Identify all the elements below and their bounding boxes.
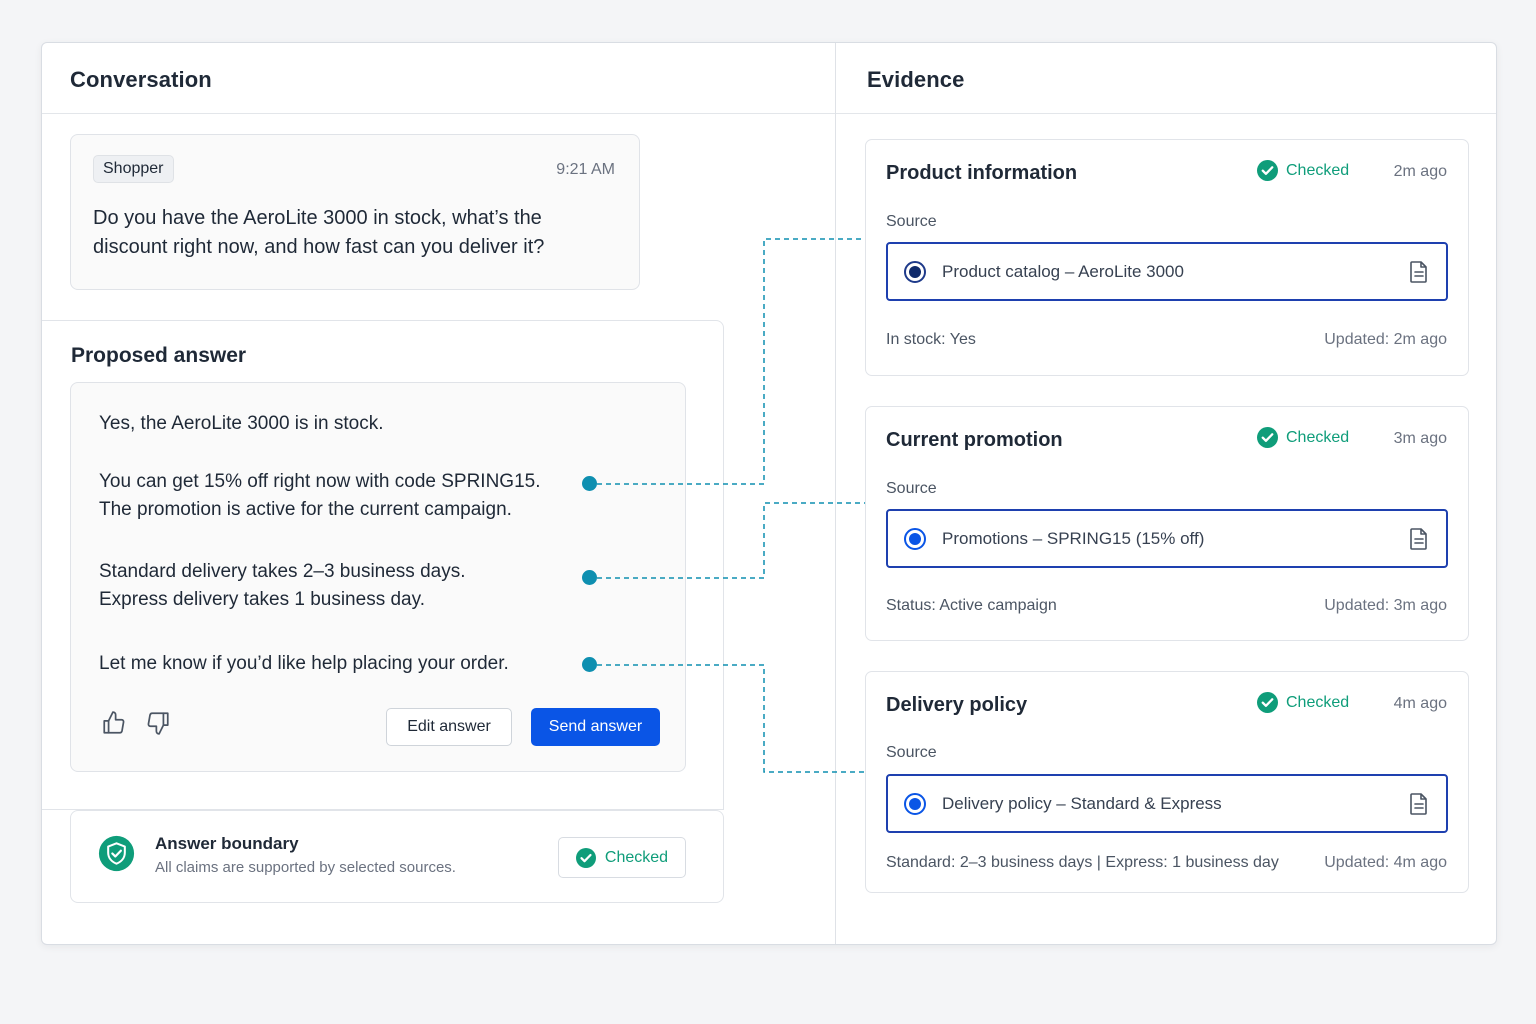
check-circle-icon <box>1257 427 1278 448</box>
evidence-status: Checked <box>1257 692 1349 713</box>
anchor-dot-closing[interactable] <box>582 657 597 672</box>
evidence-status-label: Checked <box>1286 693 1350 711</box>
radio-selected[interactable] <box>904 527 926 550</box>
radio-selected[interactable] <box>904 260 926 283</box>
source-option-promotions[interactable]: Promotions – SPRING15 (15% off) <box>886 509 1448 568</box>
evidence-updated: Updated: 3m ago <box>1324 597 1447 614</box>
connector-delivery-to-promotion <box>597 502 865 579</box>
source-name: Delivery policy – Standard & Express <box>942 793 1222 813</box>
evidence-status-label: Checked <box>1286 428 1350 446</box>
evidence-status: Checked <box>1257 160 1349 181</box>
check-circle-icon <box>1257 692 1278 713</box>
document-icon[interactable] <box>1408 792 1430 816</box>
source-name: Product catalog – AeroLite 3000 <box>942 261 1184 281</box>
evidence-card-promotion: Current promotion Checked 3m ago Source … <box>865 406 1469 641</box>
connector-promo-to-product <box>597 238 865 485</box>
evidence-detail: Standard: 2–3 business days | Express: 1… <box>886 854 1279 871</box>
anchor-dot-delivery[interactable] <box>582 570 597 585</box>
evidence-status: Checked <box>1257 427 1349 448</box>
radio-selected[interactable] <box>904 792 926 815</box>
evidence-updated: Updated: 4m ago <box>1324 854 1447 871</box>
document-icon[interactable] <box>1408 260 1430 284</box>
evidence-time: 4m ago <box>1393 695 1447 712</box>
evidence-card-title: Delivery policy <box>886 694 1028 716</box>
source-option-product-catalog[interactable]: Product catalog – AeroLite 3000 <box>886 242 1448 301</box>
evidence-card-title: Product information <box>886 162 1078 184</box>
document-icon[interactable] <box>1408 527 1430 551</box>
evidence-updated: Updated: 2m ago <box>1324 331 1447 348</box>
source-label: Source <box>886 213 937 230</box>
check-circle-icon <box>1257 160 1278 181</box>
evidence-time: 3m ago <box>1393 430 1447 447</box>
evidence-detail: In stock: Yes <box>886 331 976 348</box>
evidence-card-delivery: Delivery policy Checked 4m ago Source De… <box>865 671 1469 893</box>
source-option-delivery-policy[interactable]: Delivery policy – Standard & Express <box>886 774 1448 833</box>
anchor-dot-promotion[interactable] <box>582 476 597 491</box>
source-label: Source <box>886 744 937 761</box>
evidence-detail: Status: Active campaign <box>886 597 1057 614</box>
evidence-status-label: Checked <box>1286 161 1350 179</box>
evidence-time: 2m ago <box>1393 163 1447 180</box>
review-window: Conversation Evidence Shopper 9:21 AM Do… <box>41 42 1497 945</box>
source-label: Source <box>886 480 937 497</box>
evidence-card-product: Product information Checked 2m ago Sourc… <box>865 139 1469 376</box>
evidence-card-title: Current promotion <box>886 429 1063 451</box>
source-name: Promotions – SPRING15 (15% off) <box>942 528 1205 548</box>
connector-closing-to-delivery <box>597 664 865 773</box>
